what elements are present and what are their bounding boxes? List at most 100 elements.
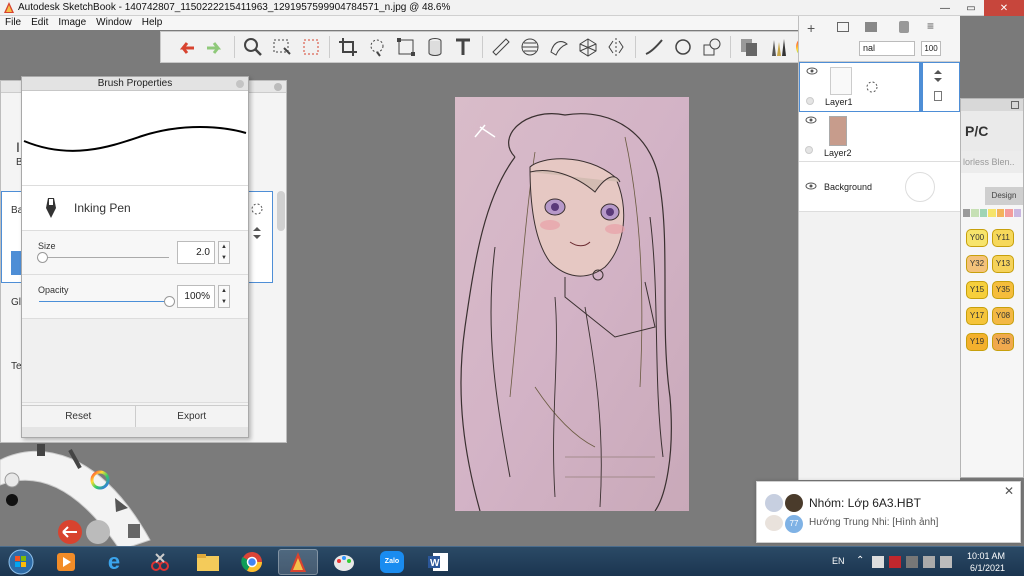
paint-icon[interactable] [324,549,364,575]
eye-icon[interactable] [806,67,818,75]
color-puck-icon[interactable] [6,494,18,506]
size-stepper[interactable]: ▲ ▼ [218,241,230,264]
layer-lock-dot[interactable] [805,146,813,154]
french-curve-icon[interactable] [545,34,572,60]
brush-library-icon[interactable] [765,34,792,60]
copic-swatch[interactable]: Y32 [966,255,988,273]
size-slider-thumb[interactable] [36,252,48,263]
canvas-artwork[interactable] [455,97,689,511]
tray-chevron-icon[interactable]: ⌃ [856,555,864,566]
clock-time[interactable]: 10:01 AM [967,551,1005,561]
tray-volume-icon[interactable] [940,556,952,568]
tray-network-icon[interactable] [906,556,918,568]
clock-date[interactable]: 6/1/2021 [970,563,1005,573]
opacity-slider-thumb[interactable] [164,296,175,307]
menu-file[interactable]: File [0,16,26,30]
select-icon[interactable] [268,34,295,60]
layers-icon[interactable] [128,524,140,538]
brush-preview-icon[interactable] [4,472,20,488]
copic-design-tab[interactable]: Design [985,187,1023,205]
image-icon[interactable] [865,22,877,32]
lagoon-redo-icon[interactable] [86,520,110,544]
lock-icon[interactable] [934,91,942,101]
delete-layer-icon[interactable] [899,21,909,33]
down-arrow-icon[interactable]: ▼ [221,299,227,305]
copic-swatch[interactable]: Y00 [966,229,988,247]
stroke-icon[interactable] [641,34,668,60]
up-arrow-icon[interactable]: ▲ [221,288,227,294]
copic-swatch[interactable]: Y15 [966,281,988,299]
background-color-swatch[interactable] [905,172,935,202]
pencil-tool-icon[interactable] [37,444,45,456]
tray-flag-icon[interactable] [923,556,935,568]
redo-icon[interactable] [202,34,229,60]
transform-select-icon[interactable] [297,34,324,60]
snipping-tool-icon[interactable] [140,549,180,575]
chrome-icon[interactable] [232,549,272,575]
crop-icon[interactable] [335,34,362,60]
size-slider[interactable] [39,257,169,258]
fill-icon[interactable] [698,34,725,60]
eye-icon[interactable] [805,182,817,190]
language-indicator[interactable]: EN [832,556,845,566]
reset-button[interactable]: Reset [22,406,136,427]
symmetry-icon[interactable] [603,34,630,60]
panel-scrollbar[interactable] [277,191,285,231]
zoom-icon[interactable] [240,34,267,60]
transform-icon[interactable] [392,34,419,60]
resize-grip[interactable] [22,427,248,437]
copic-swatch[interactable]: Y19 [966,333,988,351]
copy-icon[interactable] [736,34,763,60]
layer-row[interactable]: Background [799,162,960,212]
copic-swatch[interactable]: Y35 [992,281,1014,299]
file-explorer-icon[interactable] [188,549,228,575]
copic-swatch[interactable]: Y13 [992,255,1014,273]
close-icon[interactable]: ✕ [1004,484,1014,498]
menu-image[interactable]: Image [53,16,91,30]
maximize-button[interactable]: ▭ [958,0,984,16]
close-icon[interactable] [274,83,282,91]
move-arrows-icon[interactable] [932,69,944,83]
eye-icon[interactable] [805,116,817,124]
minimize-button[interactable]: — [932,0,958,16]
copic-colorless-blender-tab[interactable]: lorless Blen.. [961,151,1023,173]
text-icon[interactable] [450,34,477,60]
move-arrows-icon[interactable] [251,226,263,240]
zalo-notification[interactable]: 77 Nhóm: Lớp 6A3.HBT Hướng Trung Nhi: [H… [756,481,1021,543]
folder-icon[interactable] [837,22,849,32]
close-icon[interactable] [1011,101,1019,109]
internet-explorer-icon[interactable]: e [94,549,134,575]
media-player-icon[interactable] [46,549,86,575]
cylinder-icon[interactable] [421,34,448,60]
perspective-icon[interactable] [574,34,601,60]
copic-swatch[interactable]: Y08 [992,307,1014,325]
layer-opacity-input[interactable]: 100 [921,41,941,56]
undo-icon[interactable] [173,34,200,60]
down-arrow-icon[interactable]: ▼ [221,255,227,261]
tray-v-icon[interactable] [889,556,901,568]
copic-swatch[interactable]: Y38 [992,333,1014,351]
word-icon[interactable]: W [418,549,458,575]
opacity-slider[interactable] [39,301,169,302]
opacity-input[interactable]: 100% [177,285,215,308]
menu-edit[interactable]: Edit [26,16,53,30]
layer-row[interactable]: Layer1 [799,62,960,112]
copic-swatch[interactable]: Y17 [966,307,988,325]
windows-start-icon[interactable] [2,548,40,576]
sketchbook-taskbar-icon[interactable] [278,549,318,575]
lasso-icon[interactable] [364,34,391,60]
menu-window[interactable]: Window [91,16,137,30]
size-input[interactable]: 2.0 [177,241,215,264]
menu-help[interactable]: Help [137,16,168,30]
layer-row[interactable]: Layer2 [799,112,960,162]
tray-app-icon[interactable] [872,556,884,568]
zalo-icon[interactable]: Zalo [372,549,412,575]
layer-lock-dot[interactable] [806,97,814,105]
ruler-icon[interactable] [488,34,515,60]
menu-icon[interactable]: ≡ [927,19,934,33]
add-layer-icon[interactable]: + [807,20,815,36]
ellipse-guide-icon[interactable] [517,34,544,60]
close-icon[interactable] [236,80,244,88]
blend-mode-select[interactable]: nal [859,41,915,56]
export-button[interactable]: Export [136,406,249,427]
